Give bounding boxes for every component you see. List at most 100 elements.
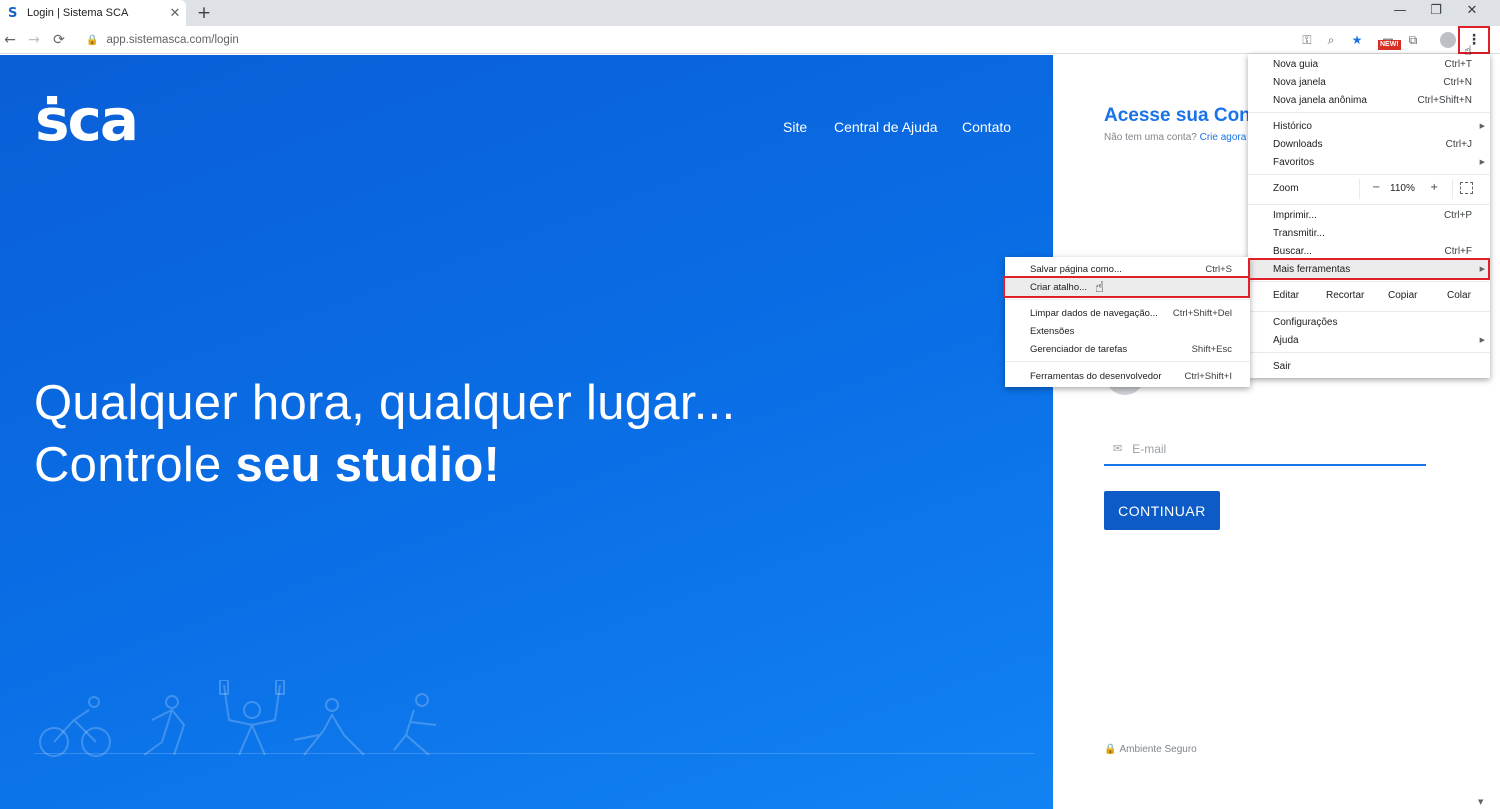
- submenu-item-create-shortcut[interactable]: Criar atalho...: [1005, 278, 1250, 296]
- submenu-divider: [1005, 361, 1250, 362]
- menu-item-new-tab[interactable]: Nova guia Ctrl+T: [1248, 55, 1490, 73]
- submenu-label: Extensões: [1030, 325, 1075, 337]
- headline-line-2: Controle seu studio!: [34, 434, 736, 496]
- nav-link-contact[interactable]: Contato: [962, 119, 1011, 135]
- menu-shortcut: Ctrl+P: [1443, 209, 1472, 221]
- hand-cursor-icon: ☝: [1095, 278, 1105, 296]
- submenu-label: Ferramentas do desenvolvedor: [1030, 370, 1162, 382]
- menu-divider: [1248, 311, 1490, 312]
- continue-button[interactable]: CONTINUAR: [1104, 491, 1220, 530]
- menu-item-find[interactable]: Buscar... Ctrl+F: [1248, 242, 1490, 260]
- submenu-item-devtools[interactable]: Ferramentas do desenvolvedor Ctrl+Shift+I: [1005, 367, 1250, 385]
- new-tab-button[interactable]: +: [194, 3, 214, 23]
- hand-cursor-icon: ☝: [1464, 44, 1472, 59]
- kebab-menu-icon[interactable]: ⋮: [1458, 26, 1490, 54]
- address-bar[interactable]: 🔒 app.sistemasca.com/login: [78, 29, 1288, 51]
- maximize-window-icon[interactable]: ❐: [1418, 0, 1454, 24]
- menu-item-cast[interactable]: Transmitir...: [1248, 224, 1490, 242]
- more-tools-submenu: Salvar página como... Ctrl+S Criar atalho…: [1005, 257, 1250, 387]
- forward-icon[interactable]: →: [24, 30, 44, 50]
- email-field-wrapper: ✉: [1104, 433, 1426, 466]
- menu-item-print[interactable]: Imprimir... Ctrl+P: [1248, 206, 1490, 224]
- profile-icon[interactable]: [1440, 32, 1456, 48]
- submenu-shortcut: Ctrl+Shift+Del: [1172, 307, 1232, 319]
- menu-shortcut: Ctrl+J: [1445, 138, 1472, 150]
- menu-label: Buscar...: [1273, 245, 1312, 257]
- menu-divider: [1248, 281, 1490, 282]
- headline-line-1: Qualquer hora, qualquer lugar...: [34, 376, 736, 430]
- menu-item-incognito[interactable]: Nova janela anônima Ctrl+Shift+N: [1248, 91, 1490, 109]
- nav-link-site[interactable]: Site: [783, 119, 807, 135]
- zoom-value: 110%: [1390, 183, 1415, 194]
- menu-shortcut: Ctrl+Shift+N: [1417, 94, 1472, 106]
- logo-text: ṡca: [35, 86, 139, 154]
- browser-tab[interactable]: S Login | Sistema SCA ✕: [0, 0, 186, 26]
- menu-label: Nova guia: [1273, 58, 1319, 70]
- athletes-illustration-icon: [39, 680, 437, 757]
- menu-shortcut: Ctrl+F: [1444, 245, 1473, 257]
- menu-label: Nova janela anônima: [1273, 94, 1367, 106]
- menu-item-settings[interactable]: Configurações: [1248, 313, 1490, 331]
- submenu-item-extensions[interactable]: Extensões: [1005, 322, 1250, 340]
- reload-icon[interactable]: ⟳: [49, 30, 69, 50]
- login-title: Acesse sua Conta: [1104, 105, 1268, 126]
- minimize-window-icon[interactable]: —: [1382, 0, 1418, 24]
- menu-zoom-row: Zoom − 110% +: [1248, 179, 1490, 199]
- browser-toolbar: ← → ⟳ 🔒 app.sistemasca.com/login ⚿ ⌕ ★ ▭…: [0, 26, 1500, 54]
- menu-label: Sair: [1273, 360, 1291, 372]
- paste-button[interactable]: Colar: [1447, 290, 1471, 301]
- submenu-shortcut: Ctrl+Shift+I: [1184, 370, 1232, 382]
- email-field[interactable]: [1132, 441, 1413, 456]
- menu-item-help[interactable]: Ajuda ▶: [1248, 331, 1490, 349]
- nav-link-help[interactable]: Central de Ajuda: [834, 119, 938, 135]
- sca-logo[interactable]: ṡca: [35, 86, 150, 154]
- submenu-arrow-icon: ▶: [1479, 158, 1485, 166]
- cut-button[interactable]: Recortar: [1326, 290, 1364, 301]
- menu-label: Nova janela: [1273, 76, 1326, 88]
- scroll-down-arrow-icon[interactable]: ▼: [1478, 798, 1483, 806]
- tab-title: Login | Sistema SCA: [27, 7, 129, 19]
- headline-normal: Controle: [34, 438, 236, 492]
- menu-label: Mais ferramentas: [1273, 263, 1351, 275]
- submenu-arrow-icon: ▶: [1479, 265, 1485, 273]
- submenu-item-task-manager[interactable]: Gerenciador de tarefas Shift+Esc: [1005, 340, 1250, 358]
- bookmark-star-icon[interactable]: ★: [1347, 30, 1367, 50]
- submenu-label: Gerenciador de tarefas: [1030, 343, 1128, 355]
- submenu-arrow-icon: ▶: [1479, 122, 1485, 130]
- menu-item-downloads[interactable]: Downloads Ctrl+J: [1248, 135, 1490, 153]
- submenu-shortcut: Shift+Esc: [1191, 343, 1232, 355]
- menu-item-exit[interactable]: Sair: [1248, 357, 1490, 375]
- tab-strip: S Login | Sistema SCA ✕ + — ❐ ✕: [0, 0, 1500, 26]
- submenu-divider: [1005, 299, 1250, 300]
- key-icon[interactable]: ⚿: [1297, 30, 1317, 50]
- back-icon[interactable]: ←: [0, 30, 20, 50]
- tab-close-icon[interactable]: ✕: [164, 6, 186, 21]
- submenu-item-save-page[interactable]: Salvar página como... Ctrl+S: [1005, 260, 1250, 278]
- submenu-item-clear-data[interactable]: Limpar dados de navegação... Ctrl+Shift+D…: [1005, 304, 1250, 322]
- zoom-in-button[interactable]: +: [1430, 182, 1438, 193]
- secure-environment: 🔒 Ambiente Seguro: [1104, 744, 1197, 755]
- padlock-icon: 🔒: [1104, 744, 1117, 755]
- zoom-icon[interactable]: ⌕: [1321, 30, 1341, 50]
- menu-divider: [1248, 112, 1490, 113]
- fullscreen-icon[interactable]: [1460, 182, 1473, 194]
- menu-item-bookmarks[interactable]: Favoritos ▶: [1248, 153, 1490, 171]
- zoom-label: Zoom: [1273, 183, 1299, 194]
- menu-item-new-window[interactable]: Nova janela Ctrl+N: [1248, 73, 1490, 91]
- chrome-main-menu: Nova guia Ctrl+T Nova janela Ctrl+N Nova j…: [1248, 54, 1490, 378]
- submenu-label: Salvar página como...: [1030, 263, 1122, 275]
- login-subtitle: Não tem uma conta? Crie agora: [1104, 132, 1246, 143]
- menu-label: Imprimir...: [1273, 209, 1317, 221]
- submenu-shortcut: Ctrl+S: [1205, 263, 1232, 275]
- close-window-icon[interactable]: ✕: [1454, 0, 1490, 24]
- hero-headline: Qualquer hora, qualquer lugar... Control…: [34, 372, 736, 496]
- copy-button[interactable]: Copiar: [1388, 290, 1417, 301]
- menu-item-more-tools[interactable]: Mais ferramentas ▶: [1248, 260, 1490, 278]
- menu-item-history[interactable]: Histórico ▶: [1248, 117, 1490, 135]
- menu-shortcut: Ctrl+N: [1443, 76, 1472, 88]
- menu-label: Transmitir...: [1273, 227, 1325, 239]
- submenu-label: Criar atalho...: [1030, 281, 1088, 293]
- cast-icon[interactable]: ⧉: [1403, 30, 1423, 50]
- zoom-out-button[interactable]: −: [1372, 182, 1380, 193]
- create-account-link[interactable]: Crie agora: [1200, 132, 1247, 143]
